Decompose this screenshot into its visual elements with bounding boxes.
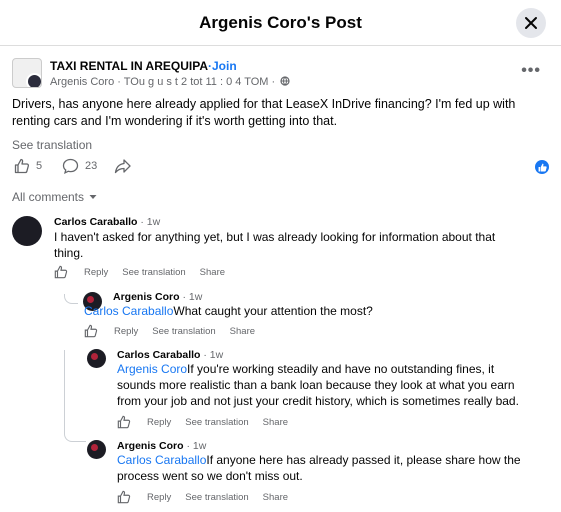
group-name-line: TAXI RENTAL IN AREQUIPA·Join — [50, 59, 237, 73]
reply-link[interactable]: Reply — [114, 326, 138, 337]
author-avatar-mini — [26, 73, 41, 87]
comment: Carlos Caraballo · 1w I haven't asked fo… — [0, 212, 561, 282]
avatar[interactable] — [12, 216, 42, 246]
share-link[interactable]: Share — [230, 326, 255, 337]
comment-icon — [62, 158, 79, 174]
comment-author-line: Carlos Caraballo · 1w — [54, 216, 160, 228]
comment-time[interactable]: · 1w — [203, 349, 223, 361]
comment-author[interactable]: Carlos Caraballo — [54, 216, 137, 228]
reply-link[interactable]: Reply — [84, 267, 108, 278]
mention-link[interactable]: Carlos Caraballo — [84, 304, 173, 318]
comment: Argenis Coro · 1w Carlos CaraballoWhat c… — [0, 288, 561, 344]
comment-count: 23 — [85, 160, 98, 172]
comment-text: Argenis CoroIf you're working steadily a… — [117, 361, 527, 409]
mention-link[interactable]: Carlos Caraballo — [117, 453, 206, 467]
comment-actions: Reply See translation Share — [84, 324, 269, 338]
share-link[interactable]: Share — [200, 267, 225, 278]
post-text: Drivers, has anyone here already applied… — [12, 97, 516, 128]
share-button[interactable] — [114, 158, 131, 174]
group-name-link[interactable]: TAXI RENTAL IN AREQUIPA — [50, 59, 208, 73]
post-meta-text: Argenis Coro · TOu g u s t 2 tot 11 : 0 … — [50, 76, 276, 88]
close-button[interactable] — [516, 8, 546, 38]
like-icon — [14, 158, 30, 174]
comment-text: Carlos CaraballoWhat caught your attenti… — [84, 303, 524, 319]
post-see-translation[interactable]: See translation — [12, 138, 92, 152]
avatar[interactable] — [87, 349, 106, 368]
comment-time[interactable]: · 1w — [182, 291, 202, 303]
join-link[interactable]: ·Join — [208, 59, 237, 73]
comment: Argenis Coro · 1w Carlos CaraballoIf any… — [0, 437, 561, 509]
comment-text: Carlos CaraballoIf anyone here has alrea… — [117, 452, 527, 484]
reply-link[interactable]: Reply — [147, 492, 171, 503]
comment-body: What caught your attention the most? — [173, 304, 373, 318]
post-actions: 5 23 — [12, 158, 549, 178]
comment-text: I haven't asked for anything yet, but I … — [54, 230, 496, 260]
like-icon[interactable] — [84, 324, 98, 338]
like-icon[interactable] — [117, 490, 131, 504]
comment-author[interactable]: Carlos Caraballo — [117, 349, 200, 361]
comment-actions: Reply See translation Share — [117, 415, 302, 429]
comment-actions: Reply See translation Share — [54, 265, 239, 279]
reply-link[interactable]: Reply — [147, 417, 171, 428]
like-button[interactable]: 5 — [14, 158, 42, 174]
see-translation-link[interactable]: See translation — [152, 326, 215, 337]
comment-author-line: Argenis Coro · 1w — [117, 440, 206, 452]
all-comments-label: All comments — [12, 190, 85, 204]
share-link[interactable]: Share — [263, 417, 288, 428]
see-translation-link[interactable]: See translation — [122, 267, 185, 278]
like-icon[interactable] — [117, 415, 131, 429]
post-meta: Argenis Coro · TOu g u s t 2 tot 11 : 0 … — [50, 76, 290, 88]
comment-button[interactable]: 23 — [62, 158, 97, 174]
comment-author-line: Argenis Coro · 1w — [113, 291, 202, 303]
thumbs-up-icon — [538, 163, 547, 171]
like-icon[interactable] — [54, 265, 68, 279]
comment-actions: Reply See translation Share — [117, 490, 302, 504]
chevron-down-icon — [89, 195, 97, 199]
see-translation-link[interactable]: See translation — [185, 417, 248, 428]
group-avatar[interactable] — [12, 58, 42, 88]
comment-time[interactable]: · 1w — [186, 440, 206, 452]
all-comments-dropdown[interactable]: All comments — [12, 190, 97, 204]
see-translation-link[interactable]: See translation — [185, 492, 248, 503]
post-header: TAXI RENTAL IN AREQUIPA·Join Argenis Cor… — [12, 56, 549, 90]
avatar[interactable] — [87, 440, 106, 459]
close-icon — [525, 17, 537, 29]
comment-author-line: Carlos Caraballo · 1w — [117, 349, 223, 361]
dialog-title: Argenis Coro's Post — [199, 13, 362, 32]
comment-author[interactable]: Argenis Coro — [113, 291, 180, 303]
mention-link[interactable]: Argenis Coro — [117, 362, 187, 376]
comment: Carlos Caraballo · 1w Argenis CoroIf you… — [0, 346, 561, 432]
like-count: 5 — [36, 160, 43, 172]
dialog-header: Argenis Coro's Post — [0, 0, 561, 46]
like-reaction-badge[interactable] — [535, 160, 549, 174]
comment-time[interactable]: · 1w — [140, 216, 160, 228]
comment-author[interactable]: Argenis Coro — [117, 440, 184, 452]
share-icon — [114, 159, 131, 174]
share-link[interactable]: Share — [263, 492, 288, 503]
globe-icon — [280, 76, 290, 86]
more-options-icon[interactable]: ••• — [521, 62, 541, 80]
